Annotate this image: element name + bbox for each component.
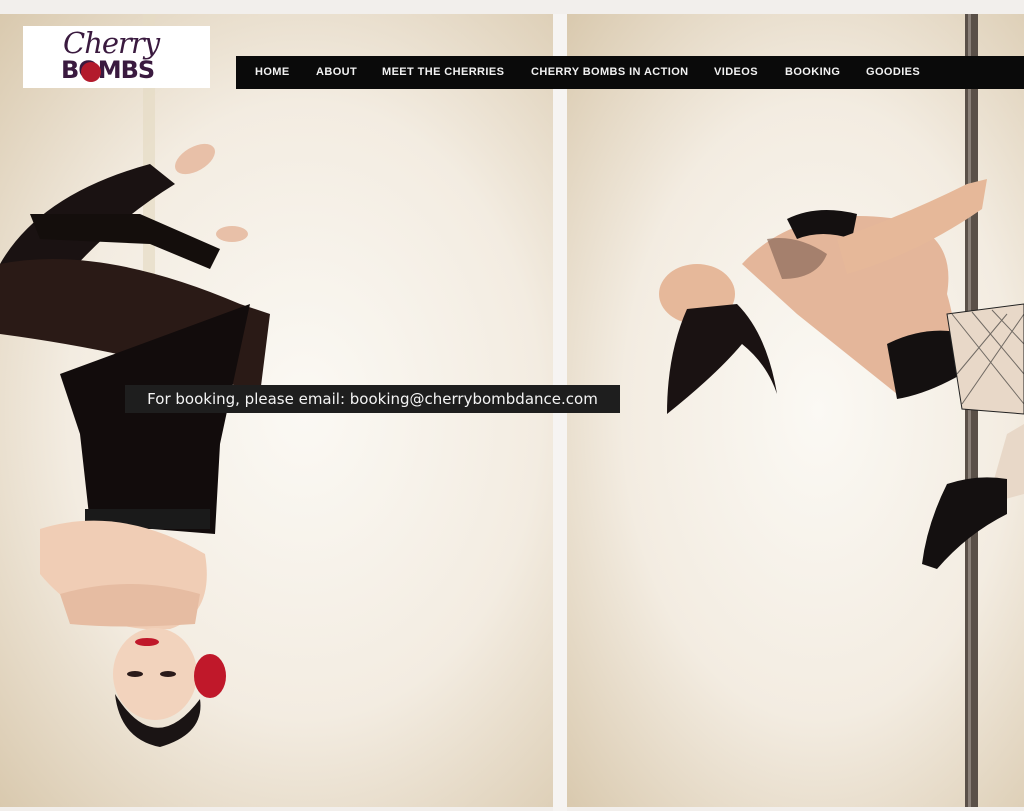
hero-photo-right — [567, 14, 1024, 807]
nav-home[interactable]: HOME — [255, 66, 290, 78]
nav-about[interactable]: ABOUT — [316, 66, 357, 78]
nav-booking[interactable]: BOOKING — [785, 66, 840, 78]
pole-dancer-illustration — [659, 14, 1024, 807]
booking-email-text[interactable]: For booking, please email: booking@cherr… — [147, 390, 598, 408]
nav-goodies[interactable]: GOODIES — [866, 66, 920, 78]
site-logo[interactable]: Cherry BOMBS — [23, 26, 210, 88]
nav-cherry-bombs-in-action[interactable]: CHERRY BOMBS IN ACTION — [531, 66, 689, 78]
page: Cherry BOMBS HOME ABOUT MEET THE CHERRIE… — [0, 0, 1024, 811]
main-navigation: HOME ABOUT MEET THE CHERRIES CHERRY BOMB… — [236, 56, 1024, 89]
booking-banner: For booking, please email: booking@cherr… — [125, 385, 620, 413]
nav-videos[interactable]: VIDEOS — [714, 66, 758, 78]
logo-bold-text: BOMBS — [61, 56, 155, 84]
nav-meet-the-cherries[interactable]: MEET THE CHERRIES — [382, 66, 504, 78]
cherry-icon — [81, 62, 101, 82]
logo-script-text: Cherry — [63, 26, 160, 60]
